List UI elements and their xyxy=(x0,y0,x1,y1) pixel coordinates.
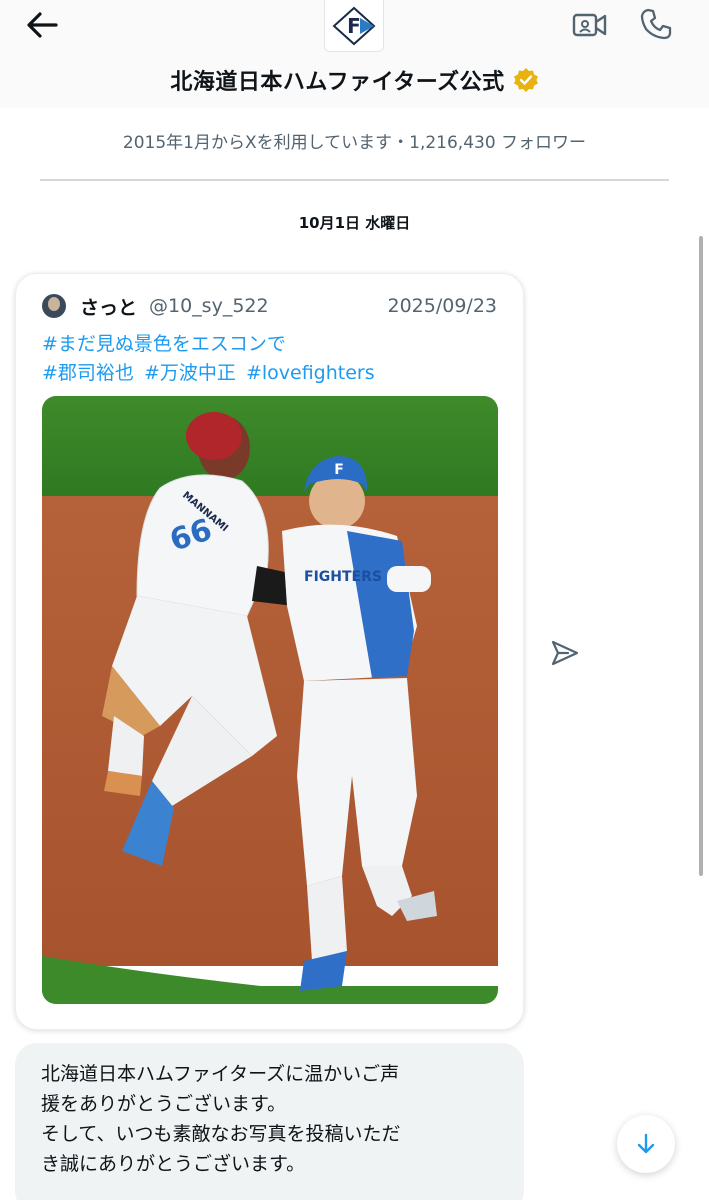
account-display-name[interactable]: 北海道日本ハムファイターズ公式 xyxy=(170,64,504,96)
back-button[interactable] xyxy=(22,8,62,42)
video-camera-icon xyxy=(572,13,607,37)
svg-text:F: F xyxy=(347,14,361,38)
arrow-down-icon xyxy=(637,1133,655,1154)
hashtag-link[interactable]: #郡司裕也 xyxy=(42,362,134,384)
fighters-logo-icon: F xyxy=(332,6,376,45)
message-line: き誠にありがとうございます。 xyxy=(41,1153,306,1175)
scroll-to-bottom-button[interactable] xyxy=(617,1115,675,1173)
post-date: 2025/09/23 xyxy=(387,295,497,317)
share-button[interactable] xyxy=(547,636,583,670)
message-line: 北海道日本ハムファイターズに温かいご声 xyxy=(41,1063,400,1085)
author-avatar[interactable] xyxy=(42,294,66,318)
author-name[interactable]: さっと xyxy=(80,293,137,320)
hashtag-link[interactable]: #万波中正 xyxy=(144,362,236,384)
voice-call-button[interactable] xyxy=(636,6,676,42)
video-call-button[interactable] xyxy=(570,8,610,42)
author-handle: @10_sy_522 xyxy=(149,295,269,317)
team-logo[interactable]: F xyxy=(324,0,384,52)
hashtags-line-2: #郡司裕也 #万波中正 #lovefighters xyxy=(42,358,379,385)
date-separator: 10月1日 水曜日 xyxy=(298,214,411,232)
reply-message-bubble[interactable]: 北海道日本ハムファイターズに温かいご声 援をありがとうございます。 そして、いつ… xyxy=(15,1043,524,1200)
conversation-header: F 北海道日本ハムファイターズ公式 xyxy=(0,0,709,108)
shared-post-card[interactable]: さっと @10_sy_522 2025/09/23 #まだ見ぬ景色をエスコンで … xyxy=(15,273,524,1030)
send-icon xyxy=(551,640,579,666)
helmet-letter: F xyxy=(334,462,344,478)
message-line: そして、いつも素敵なお写真を投稿いただ xyxy=(41,1123,401,1145)
phone-icon xyxy=(640,8,672,40)
hashtags-line-1: #まだ見ぬ景色をエスコンで xyxy=(42,329,290,356)
post-photo[interactable]: 66 MANNAMI F FIGHTERS xyxy=(42,396,498,1004)
divider xyxy=(40,179,669,181)
verified-badge-icon[interactable] xyxy=(513,67,539,93)
arrow-left-icon xyxy=(27,12,58,38)
hashtag-link[interactable]: #まだ見ぬ景色をエスコンで xyxy=(42,333,286,355)
account-info: 2015年1月からXを利用しています・1,216,430 フォロワー xyxy=(122,133,587,153)
jersey-chest-text: FIGHTERS xyxy=(304,569,382,585)
photo-baseball-celebration: 66 MANNAMI F FIGHTERS xyxy=(42,396,498,1004)
scrollbar[interactable] xyxy=(699,236,703,876)
hashtag-link[interactable]: #lovefighters xyxy=(246,362,375,384)
title-row: 北海道日本ハムファイターズ公式 xyxy=(0,62,709,98)
message-line: 援をありがとうございます。 xyxy=(41,1093,287,1115)
